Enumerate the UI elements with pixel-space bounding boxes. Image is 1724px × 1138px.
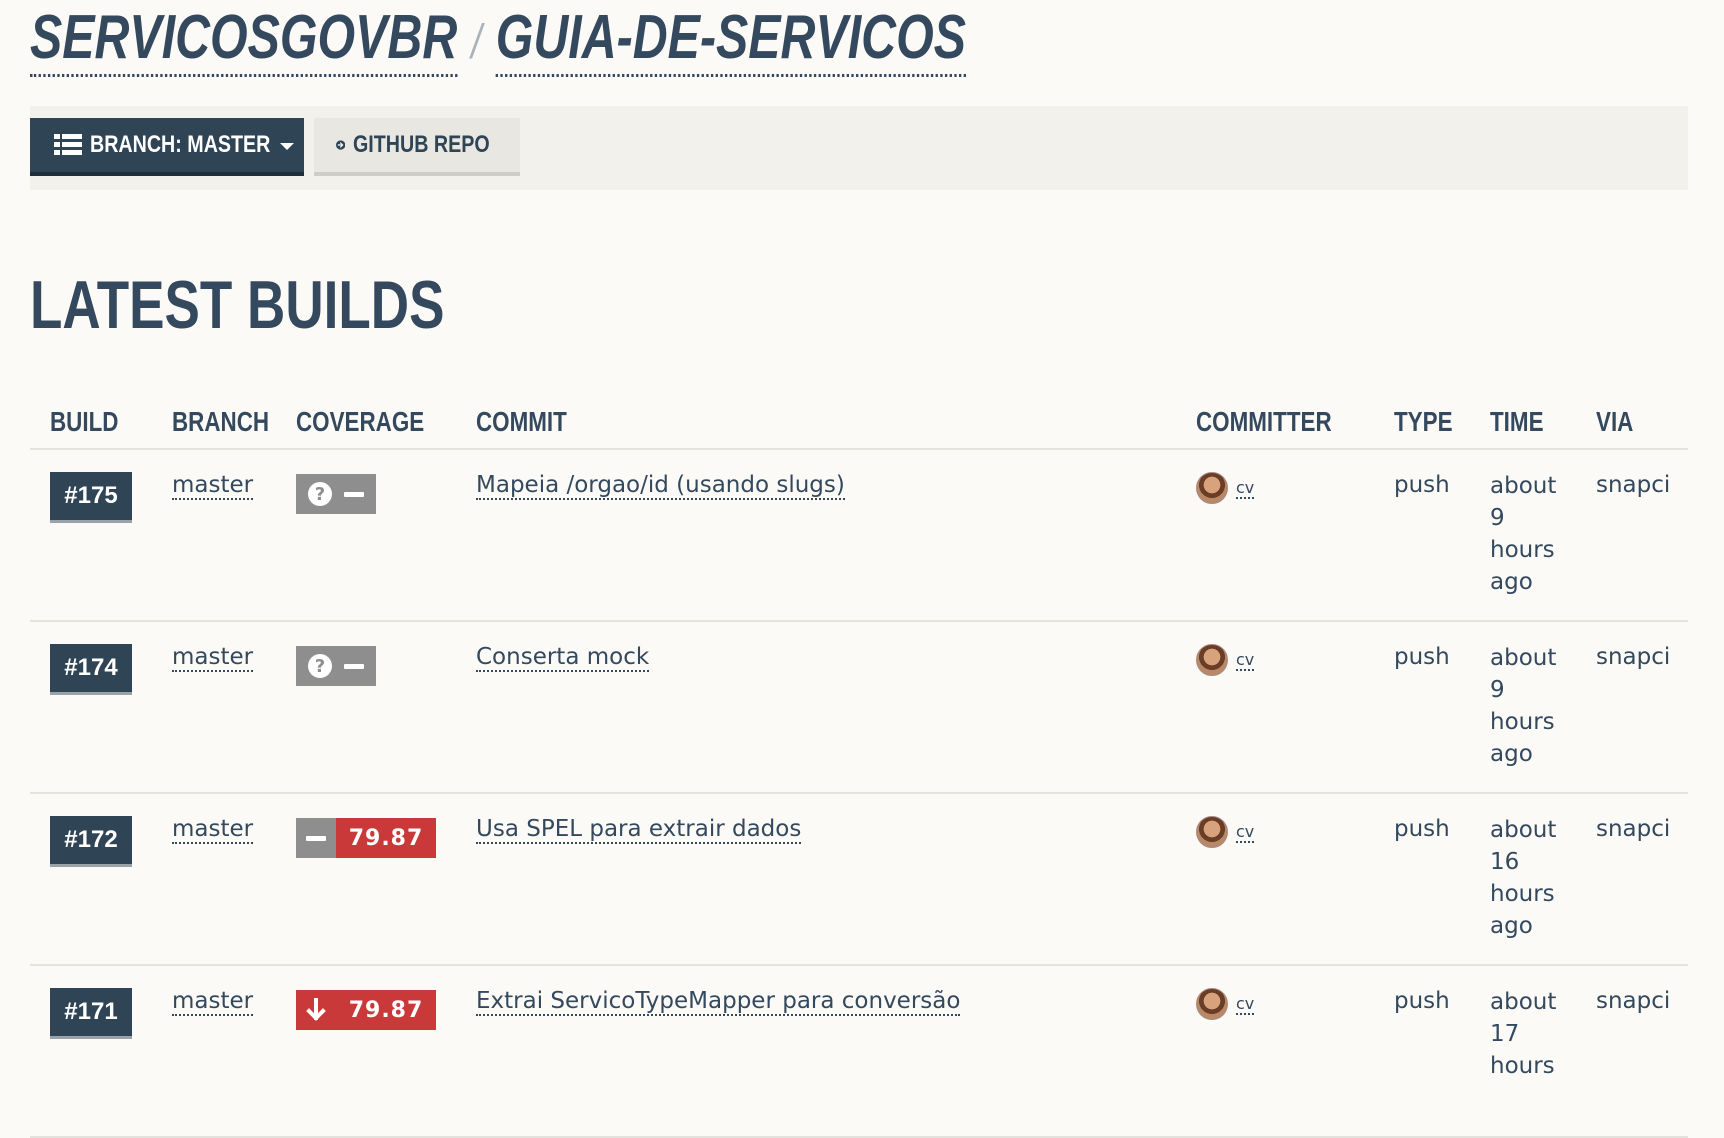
repo-title: SERVICOSGOVBR / GUIA-DE-SERVICOS xyxy=(30,2,966,77)
coverage-value: 79.87 xyxy=(336,818,436,858)
table-row: #174 master ? Conserta mock cv push abou… xyxy=(30,622,1688,794)
committer-link[interactable]: cv xyxy=(1236,650,1255,671)
header-committer: COMMITTER xyxy=(1196,406,1332,437)
avatar xyxy=(1196,644,1228,676)
caret-down-icon xyxy=(279,143,294,150)
header-branch: BRANCH xyxy=(172,406,270,437)
branch-button-label: BRANCH: MASTER xyxy=(90,131,271,158)
commit-link[interactable]: Mapeia /orgao/id (usando slugs) xyxy=(476,472,845,500)
avatar xyxy=(1196,816,1228,848)
header-type: TYPE xyxy=(1394,406,1453,437)
build-number-badge[interactable]: #171 xyxy=(50,988,132,1036)
commit-link[interactable]: Usa SPEL para extrair dados xyxy=(476,816,802,844)
build-type: push xyxy=(1394,816,1450,842)
commit-link[interactable]: Extrai ServicoTypeMapper para conversão xyxy=(476,988,961,1016)
branch-link[interactable]: master xyxy=(172,644,254,672)
repo-owner-link[interactable]: SERVICOSGOVBR xyxy=(30,3,458,77)
committer: cv xyxy=(1196,816,1255,848)
build-time: about 9 hours ago xyxy=(1490,473,1557,595)
branch-link[interactable]: master xyxy=(172,472,254,500)
header-coverage: COVERAGE xyxy=(296,406,425,437)
header-build: BUILD xyxy=(50,406,119,437)
commit-link[interactable]: Conserta mock xyxy=(476,644,650,672)
header-commit: COMMIT xyxy=(476,406,567,437)
toolbar: BRANCH: MASTER GITHUB REPO xyxy=(30,106,1688,190)
list-icon xyxy=(54,134,82,155)
repo-separator: / xyxy=(471,16,482,69)
committer: cv xyxy=(1196,472,1255,504)
committer-link[interactable]: cv xyxy=(1236,994,1255,1015)
minus-icon xyxy=(344,663,364,669)
build-via: snapci xyxy=(1596,472,1671,498)
committer: cv xyxy=(1196,644,1255,676)
branch-link[interactable]: master xyxy=(172,988,254,1016)
committer: cv xyxy=(1196,988,1255,1020)
minus-icon xyxy=(344,491,364,497)
github-button-label: GITHUB REPO xyxy=(353,131,490,158)
page: SERVICOSGOVBR / GUIA-DE-SERVICOS BRANCH: M… xyxy=(0,0,1724,1138)
coverage-badge[interactable]: 79.87 xyxy=(296,818,436,858)
question-circle-icon: ? xyxy=(308,654,332,678)
coverage-badge[interactable]: ? xyxy=(296,646,376,686)
header-via: VIA xyxy=(1596,406,1634,437)
arrow-down-icon xyxy=(306,998,326,1021)
arrow-circle-right-icon xyxy=(336,140,346,150)
table-row: #175 master ? Mapeia /orgao/id (usando s… xyxy=(30,450,1688,622)
build-type: push xyxy=(1394,472,1450,498)
table-header: BUILD BRANCH COVERAGE COMMIT COMMITTER T… xyxy=(30,400,1688,450)
build-number-badge[interactable]: #174 xyxy=(50,644,132,692)
build-via: snapci xyxy=(1596,644,1671,670)
github-repo-button[interactable]: GITHUB REPO xyxy=(314,118,520,172)
builds-table: BUILD BRANCH COVERAGE COMMIT COMMITTER T… xyxy=(30,400,1688,1138)
minus-icon xyxy=(306,835,326,841)
build-number-badge[interactable]: #175 xyxy=(50,472,132,520)
avatar xyxy=(1196,472,1228,504)
build-time: about 17 hours xyxy=(1490,989,1557,1079)
build-type: push xyxy=(1394,988,1450,1014)
coverage-badge[interactable]: ? xyxy=(296,474,376,514)
table-row: #171 master 79.87 Extrai ServicoTypeMapp… xyxy=(30,966,1688,1138)
question-circle-icon: ? xyxy=(308,482,332,506)
avatar xyxy=(1196,988,1228,1020)
build-via: snapci xyxy=(1596,988,1671,1014)
committer-link[interactable]: cv xyxy=(1236,822,1255,843)
coverage-badge[interactable]: 79.87 xyxy=(296,990,436,1030)
build-via: snapci xyxy=(1596,816,1671,842)
table-row: #172 master 79.87 Usa SPEL para extrair … xyxy=(30,794,1688,966)
section-title: LATEST BUILDS xyxy=(30,267,445,343)
build-type: push xyxy=(1394,644,1450,670)
branch-dropdown-button[interactable]: BRANCH: MASTER xyxy=(30,118,304,172)
repo-name-link[interactable]: GUIA-DE-SERVICOS xyxy=(495,3,966,77)
header-time: TIME xyxy=(1490,406,1544,437)
committer-link[interactable]: cv xyxy=(1236,478,1255,499)
branch-link[interactable]: master xyxy=(172,816,254,844)
coverage-value: 79.87 xyxy=(336,990,436,1030)
build-number-badge[interactable]: #172 xyxy=(50,816,132,864)
build-time: about 16 hours ago xyxy=(1490,817,1557,939)
build-time: about 9 hours ago xyxy=(1490,645,1557,767)
